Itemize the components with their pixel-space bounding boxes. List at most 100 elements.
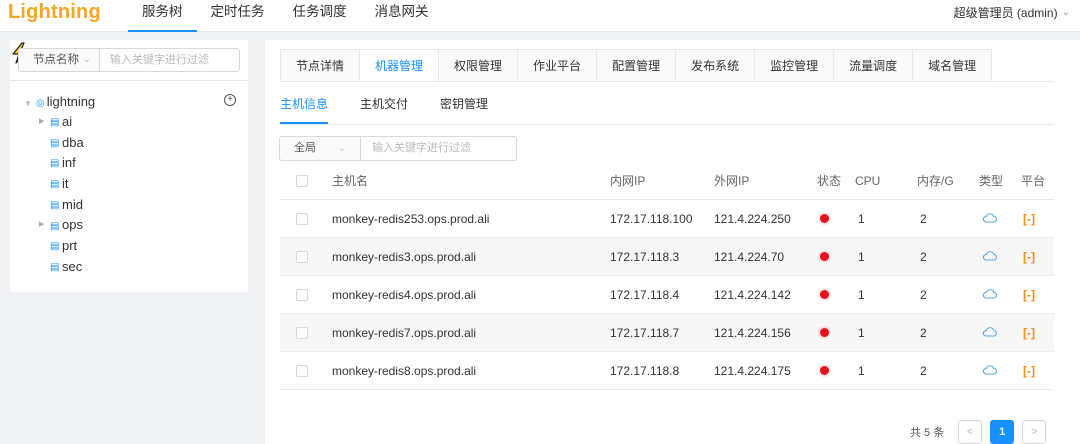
table-row[interactable]: monkey-redis7.ops.prod.ali 172.17.118.7 … bbox=[280, 314, 1054, 352]
tree-node-sec[interactable]: ▤ sec bbox=[24, 257, 236, 278]
cloud-icon bbox=[982, 326, 997, 337]
row-check-cell bbox=[280, 212, 332, 225]
row-check-cell bbox=[280, 364, 332, 377]
app-logo[interactable]: Lightning bbox=[8, 1, 101, 24]
subtab-host-delivery[interactable]: 主机交付 bbox=[360, 96, 408, 124]
page-1-button[interactable]: 1 bbox=[990, 420, 1015, 444]
tab-node-details[interactable]: 节点详情 bbox=[280, 49, 361, 82]
type-cell bbox=[979, 364, 1021, 378]
scope-select[interactable]: 全局 ⌄ bbox=[279, 136, 361, 161]
table-row[interactable]: monkey-redis4.ops.prod.ali 172.17.118.4 … bbox=[280, 276, 1054, 314]
row-checkbox[interactable] bbox=[296, 364, 308, 377]
cloud-icon bbox=[982, 364, 997, 375]
table-row[interactable]: monkey-redis253.ops.prod.ali 172.17.118.… bbox=[280, 200, 1054, 238]
tree-node-ops[interactable]: ▶ ▤ ops bbox=[24, 215, 236, 236]
total-count: 共 5 条 bbox=[910, 427, 945, 439]
aliyun-icon: [​-​] bbox=[1023, 211, 1035, 226]
tree-node-label: sec bbox=[62, 258, 83, 274]
add-node-icon[interactable]: + bbox=[224, 94, 236, 106]
tree-node-label: ops bbox=[62, 217, 83, 233]
table-row[interactable]: monkey-redis8.ops.prod.ali 172.17.118.8 … bbox=[280, 352, 1054, 390]
filter-field-select[interactable]: 节点名称 ⌄ bbox=[18, 48, 100, 72]
tree-node-label: dba bbox=[62, 134, 84, 150]
tree-node-inf[interactable]: ▤ inf bbox=[24, 153, 236, 174]
row-checkbox[interactable] bbox=[296, 288, 308, 301]
nav-service-tree[interactable]: 服务树 bbox=[128, 0, 197, 32]
tree-root-label: lightning bbox=[46, 94, 96, 109]
node-icon: ▤ bbox=[50, 241, 60, 253]
host-filter: 全局 ⌄ 输入关键字进行过滤 bbox=[279, 136, 517, 161]
platform-cell: [​-​] bbox=[1021, 326, 1054, 340]
prev-page-button[interactable]: < bbox=[958, 420, 983, 444]
tree-node-label: ai bbox=[62, 114, 73, 129]
tree-node-mid[interactable]: ▤ mid bbox=[24, 195, 236, 216]
table-header: 主机名 内网IP 外网IP 状态 CPU 内存/G 类型 平台 bbox=[280, 162, 1054, 200]
type-cell bbox=[979, 212, 1021, 226]
chevron-down-icon: ⌄ bbox=[337, 143, 346, 154]
top-header: Lightning 服务树 定时任务 任务调度 消息网关 超级管理员 (admi… bbox=[0, 0, 1080, 32]
tab-traffic-scheduling[interactable]: 流量调度 bbox=[834, 49, 914, 82]
next-page-button[interactable]: > bbox=[1022, 420, 1047, 444]
cloud-icon bbox=[982, 212, 997, 223]
host-search-input[interactable]: 输入关键字进行过滤 bbox=[361, 136, 517, 161]
subtab-key-management[interactable]: 密钥管理 bbox=[440, 96, 488, 124]
tab-machine-management[interactable]: 机器管理 bbox=[360, 49, 440, 82]
caret-down-icon[interactable]: ▼ bbox=[24, 94, 36, 114]
row-checkbox[interactable] bbox=[296, 212, 308, 225]
tab-domain-management[interactable]: 域名管理 bbox=[913, 49, 993, 82]
aliyun-icon: [​-​] bbox=[1023, 363, 1035, 378]
divider bbox=[280, 81, 1054, 82]
status-dot-icon bbox=[820, 327, 829, 337]
tree-node-prt[interactable]: ▤ prt bbox=[24, 236, 236, 257]
caret-right-icon[interactable]: ▶ bbox=[39, 215, 44, 236]
memory-cell: 2 bbox=[920, 211, 927, 226]
select-all-checkbox[interactable] bbox=[296, 174, 308, 187]
tab-job-platform[interactable]: 作业平台 bbox=[518, 49, 598, 82]
hostname-cell: monkey-redis3.ops.prod.ali bbox=[332, 249, 477, 264]
aliyun-icon: [​-​] bbox=[1023, 287, 1035, 302]
node-icon: ▤ bbox=[50, 199, 60, 211]
user-menu[interactable]: 超级管理员 (admin) ⌄ bbox=[954, 4, 1070, 21]
node-icon: ▤ bbox=[50, 179, 60, 191]
node-icon: ▤ bbox=[50, 137, 60, 149]
row-checkbox[interactable] bbox=[296, 250, 308, 263]
nav-cron-tasks[interactable]: 定时任务 bbox=[197, 0, 279, 32]
outer-ip-cell: 121.4.224.175 bbox=[714, 363, 791, 378]
tree-node-label: it bbox=[62, 176, 69, 192]
aliyun-icon: [​-​] bbox=[1023, 325, 1035, 340]
cpu-cell: 1 bbox=[858, 249, 865, 264]
root-node-icon: ◎ bbox=[36, 98, 45, 109]
main-nav: 服务树 定时任务 任务调度 消息网关 bbox=[128, 0, 443, 32]
tab-release-system[interactable]: 发布系统 bbox=[676, 49, 756, 82]
col-platform: 平台 bbox=[1021, 174, 1046, 188]
tree-node-it[interactable]: ▤ it bbox=[24, 174, 236, 195]
nav-task-schedule[interactable]: 任务调度 bbox=[279, 0, 361, 32]
col-type: 类型 bbox=[979, 174, 1004, 188]
tree-node-ai[interactable]: ▶ ▤ ai bbox=[24, 112, 236, 133]
tree-node-dba[interactable]: ▤ dba bbox=[24, 133, 236, 154]
select-all-cell bbox=[280, 174, 332, 187]
outer-ip-cell: 121.4.224.70 bbox=[714, 249, 785, 264]
row-checkbox[interactable] bbox=[296, 326, 308, 339]
tree-root-node[interactable]: ▼ ◎ lightning + bbox=[24, 92, 236, 112]
cpu-cell: 1 bbox=[858, 363, 865, 378]
cpu-cell: 1 bbox=[858, 287, 865, 302]
outer-ip-cell: 121.4.224.142 bbox=[714, 287, 791, 302]
service-tree-panel: 节点名称 ⌄ 输入关键字进行过滤 ▼ ◎ lightning + ▶ ▤ ai ▤ dba… bbox=[10, 40, 248, 292]
tab-config-management[interactable]: 配置管理 bbox=[597, 49, 677, 82]
hostname-cell: monkey-redis7.ops.prod.ali bbox=[332, 325, 477, 340]
nav-message-gateway[interactable]: 消息网关 bbox=[361, 0, 443, 32]
tree-search-input[interactable]: 输入关键字进行过滤 bbox=[100, 48, 240, 72]
platform-cell: [​-​] bbox=[1021, 250, 1054, 264]
tab-permission-management[interactable]: 权限管理 bbox=[439, 49, 519, 82]
subtab-host-info[interactable]: 主机信息 bbox=[280, 96, 329, 124]
status-dot-icon bbox=[820, 289, 829, 299]
tab-monitoring[interactable]: 监控管理 bbox=[755, 49, 835, 82]
node-icon: ▤ bbox=[50, 158, 60, 170]
table-row[interactable]: monkey-redis3.ops.prod.ali 172.17.118.3 … bbox=[280, 238, 1054, 276]
node-icon: ▤ bbox=[50, 117, 60, 129]
inner-ip-cell: 172.17.118.3 bbox=[610, 249, 680, 264]
cpu-cell: 1 bbox=[858, 211, 865, 226]
memory-cell: 2 bbox=[920, 249, 927, 264]
caret-right-icon[interactable]: ▶ bbox=[39, 112, 44, 133]
